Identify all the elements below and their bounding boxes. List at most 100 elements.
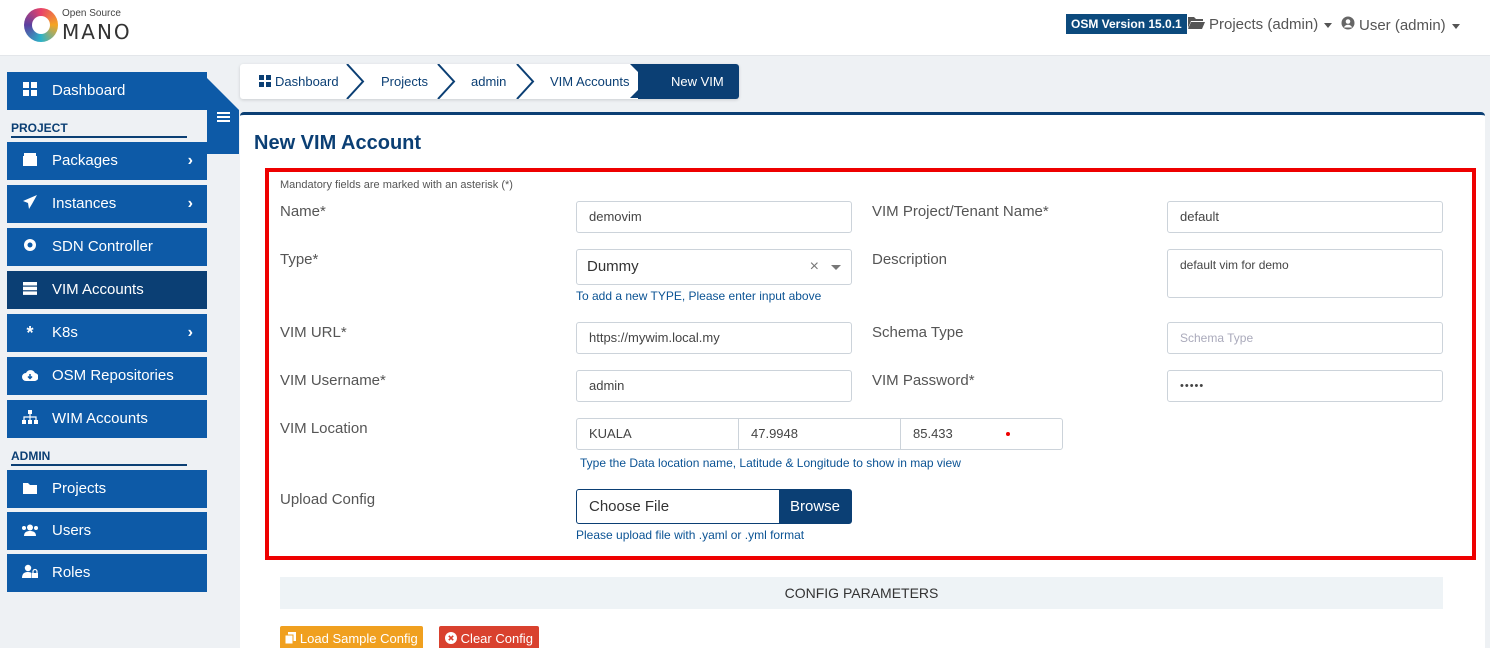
- breadcrumb-dashboard[interactable]: Dashboard: [259, 64, 339, 99]
- tenant-input[interactable]: default: [1167, 201, 1443, 233]
- sidebar-item-label: Projects: [52, 480, 107, 497]
- name-input[interactable]: demovim: [576, 201, 852, 233]
- vim-username-input[interactable]: admin: [576, 370, 852, 402]
- name-label: Name*: [280, 203, 326, 220]
- breadcrumb-separator-icon: [516, 64, 535, 99]
- sidebar-item-packages[interactable]: Packages ›: [7, 142, 207, 180]
- folder-icon: [21, 470, 39, 508]
- vim-location-label: VIM Location: [280, 420, 368, 437]
- clear-icon[interactable]: ×: [810, 250, 819, 284]
- vim-location-group: KUALA 47.9948 85.433: [576, 418, 1063, 450]
- sdn-icon: [21, 228, 39, 266]
- location-name-input[interactable]: KUALA: [577, 419, 739, 449]
- sidebar-item-osm-repositories[interactable]: OSM Repositories: [7, 357, 207, 395]
- load-sample-config-button[interactable]: Load Sample Config: [280, 626, 423, 648]
- sidebar-item-label: SDN Controller: [52, 238, 153, 255]
- logo-bottom-text: MANO: [62, 20, 132, 44]
- chevron-right-icon: ›: [187, 324, 193, 341]
- sidebar-item-label: OSM Repositories: [52, 367, 174, 384]
- type-hint: To add a new TYPE, Please enter input ab…: [576, 289, 822, 303]
- mandatory-note: Mandatory fields are marked with an aste…: [280, 179, 513, 191]
- vim-username-label: VIM Username*: [280, 372, 386, 389]
- tenant-label: VIM Project/Tenant Name*: [872, 203, 1049, 220]
- longitude-input[interactable]: 85.433: [901, 419, 1062, 449]
- sidebar-item-projects[interactable]: Projects: [7, 470, 207, 508]
- breadcrumb-separator-icon: [437, 64, 456, 99]
- latitude-input[interactable]: 47.9948: [739, 419, 901, 449]
- users-icon: [21, 512, 39, 550]
- sidebar-item-roles[interactable]: Roles: [7, 554, 207, 592]
- clear-config-label: Clear Config: [460, 631, 533, 646]
- sidebar-item-instances[interactable]: Instances ›: [7, 185, 207, 223]
- sidebar-item-label: K8s: [52, 324, 78, 341]
- file-placeholder: Choose File: [589, 498, 670, 515]
- breadcrumb-new-vim: New VIM: [671, 74, 724, 89]
- cloud-download-icon: [21, 357, 39, 395]
- user-dropdown-label: User (admin): [1359, 17, 1446, 34]
- chevron-down-icon: [1451, 23, 1460, 29]
- chevron-right-icon: ›: [187, 195, 193, 212]
- sitemap-icon: [21, 400, 39, 438]
- sidebar-item-sdn-controller[interactable]: SDN Controller: [7, 228, 207, 266]
- projects-dropdown[interactable]: Projects (admin): [1188, 16, 1333, 33]
- user-circle-icon: [1341, 16, 1355, 34]
- sidebar-item-label: Users: [52, 522, 92, 539]
- folder-open-icon: [1188, 16, 1205, 33]
- sidebar-item-label: WIM Accounts: [52, 410, 148, 427]
- sidebar-item-label: Dashboard: [52, 82, 126, 99]
- paper-plane-icon: [21, 185, 39, 223]
- user-dropdown[interactable]: User (admin): [1341, 16, 1460, 34]
- sidebar-item-k8s[interactable]: * K8s ›: [7, 314, 207, 352]
- page-title: New VIM Account: [254, 132, 422, 154]
- dashboard-icon: [259, 65, 271, 100]
- sidebar-item-dashboard[interactable]: Dashboard: [7, 72, 207, 110]
- load-sample-config-label: Load Sample Config: [299, 631, 418, 646]
- required-dot-icon: [1006, 432, 1010, 436]
- breadcrumb: Dashboard Projects admin VIM Accounts Ne…: [240, 64, 739, 99]
- user-lock-icon: [21, 554, 39, 592]
- vim-url-input[interactable]: https://mywim.local.my: [576, 322, 852, 354]
- breadcrumb-vim-accounts[interactable]: VIM Accounts: [550, 64, 629, 99]
- type-select-value: Dummy: [587, 258, 639, 275]
- breadcrumb-admin[interactable]: admin: [471, 64, 506, 99]
- times-circle-icon: [445, 627, 458, 648]
- breadcrumb-label: Dashboard: [275, 74, 339, 89]
- package-icon: [21, 142, 39, 180]
- sidebar-toggle-button[interactable]: [207, 78, 239, 154]
- vim-password-input[interactable]: •••••: [1167, 370, 1443, 402]
- config-parameters-header: CONFIG PARAMETERS: [280, 577, 1443, 609]
- projects-dropdown-label: Projects (admin): [1209, 16, 1319, 33]
- clear-config-button[interactable]: Clear Config: [439, 626, 539, 648]
- dashboard-icon: [21, 72, 39, 110]
- schema-type-input[interactable]: Schema Type: [1167, 322, 1443, 354]
- type-label: Type*: [280, 251, 319, 268]
- sidebar-heading-admin: ADMIN: [11, 449, 187, 466]
- upload-config-label: Upload Config: [280, 491, 376, 508]
- sidebar-item-label: Roles: [52, 564, 91, 581]
- logo-ring-icon: [24, 8, 58, 42]
- chevron-right-icon: ›: [187, 152, 193, 169]
- sidebar-item-vim-accounts[interactable]: VIM Accounts: [7, 271, 207, 309]
- sidebar-item-wim-accounts[interactable]: WIM Accounts: [7, 400, 207, 438]
- sidebar-item-label: Packages: [52, 152, 118, 169]
- breadcrumb-projects[interactable]: Projects: [381, 64, 428, 99]
- description-textarea[interactable]: default vim for demo: [1167, 249, 1443, 298]
- sidebar-heading-project: PROJECT: [11, 121, 187, 138]
- asterisk-icon: *: [26, 323, 34, 343]
- chevron-down-icon[interactable]: [831, 265, 841, 270]
- upload-hint: Please upload file with .yaml or .yml fo…: [576, 528, 805, 542]
- sidebar-item-users[interactable]: Users: [7, 512, 207, 550]
- browse-button[interactable]: Browse: [779, 490, 851, 523]
- chevron-down-icon: [1324, 22, 1333, 28]
- breadcrumb-separator-icon: [346, 64, 365, 99]
- version-badge: OSM Version 15.0.1: [1066, 14, 1187, 34]
- location-hint: Type the Data location name, Latitude & …: [580, 456, 961, 470]
- sidebar-item-label: VIM Accounts: [52, 281, 144, 298]
- type-select[interactable]: Dummy ×: [576, 249, 852, 285]
- upload-config-file-input[interactable]: Choose File Browse: [576, 489, 852, 524]
- vim-password-label: VIM Password*: [872, 372, 975, 389]
- vim-url-label: VIM URL*: [280, 324, 347, 341]
- osm-logo[interactable]: Open Source MANO: [24, 8, 130, 46]
- schema-type-label: Schema Type: [872, 324, 964, 341]
- top-navbar: Open Source MANO OSM Version 15.0.1 Proj…: [0, 0, 1490, 56]
